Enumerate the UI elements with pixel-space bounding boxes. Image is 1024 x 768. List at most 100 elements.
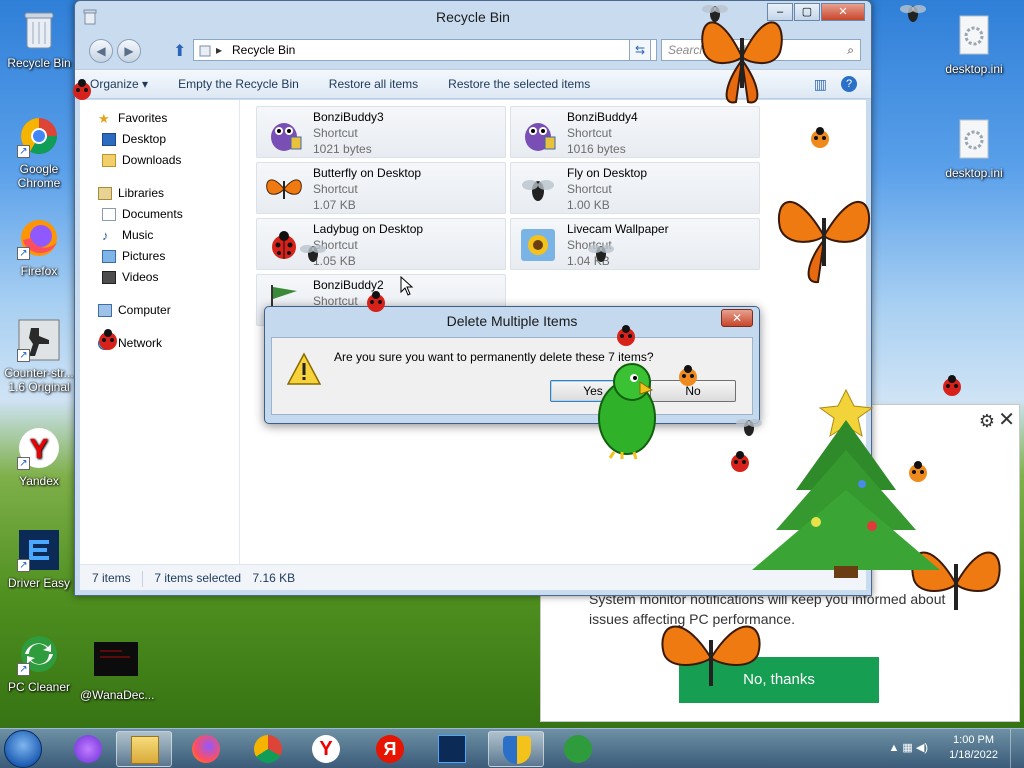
start-button[interactable] — [4, 730, 42, 768]
desktop-icon — [102, 133, 116, 146]
file-type: Shortcut — [313, 126, 358, 140]
yandex-icon: Y ↗ — [17, 426, 61, 470]
desktop-icon-desktop-ini-2[interactable]: desktop.ini — [938, 118, 1010, 180]
back-button[interactable]: ◀ — [89, 39, 113, 63]
desktop-icon-firefox[interactable]: ↗ Firefox — [3, 216, 75, 278]
ladybug-icon — [367, 291, 385, 312]
desktop-icon-label: Counter-str... 1.6 Original — [4, 366, 74, 394]
shield-icon — [503, 736, 531, 764]
butterfly-icon — [777, 200, 871, 284]
taskbar-yandex[interactable]: Я — [362, 731, 418, 767]
videos-icon — [102, 271, 116, 284]
taskbar: Y Я ▲ ▦ ◀) 1:00 PM 1/18/2022 — [0, 728, 1024, 768]
file-tile[interactable]: Butterfly on Desktop Shortcut 1.07 KB — [256, 162, 506, 214]
ladybug-icon — [811, 127, 829, 148]
file-tile[interactable]: BonziBuddy3 Shortcut 1021 bytes — [256, 106, 506, 158]
restore-all-button[interactable]: Restore all items — [314, 70, 433, 98]
file-tile[interactable]: BonziBuddy4 Shortcut 1016 bytes — [510, 106, 760, 158]
ladybug-icon — [909, 461, 927, 482]
desktop-icon-label: @WanaDec... — [80, 688, 155, 702]
desktop-icon-pc-cleaner[interactable]: ↗ PC Cleaner — [3, 632, 75, 694]
mouse-cursor-icon — [400, 276, 414, 296]
gear-icon[interactable]: ⚙ — [979, 411, 995, 432]
fly-icon — [736, 419, 762, 436]
assistant-icon — [74, 735, 102, 763]
taskbar-explorer[interactable] — [116, 731, 172, 767]
selected-size: 7.16 KB — [252, 571, 296, 585]
search-icon: ⌕ — [847, 43, 854, 57]
show-hidden-icons-icon[interactable]: ▲ — [888, 742, 899, 754]
desktop-icon-google-chrome[interactable]: ↗ Google Chrome — [3, 114, 75, 190]
shortcut-arrow-icon: ↗ — [17, 349, 30, 362]
desktop-icon-desktop-ini-1[interactable]: desktop.ini — [938, 14, 1010, 76]
file-tile[interactable]: Livecam Wallpaper Shortcut 1.04 KB — [510, 218, 760, 270]
desktop-icon-recycle-bin[interactable]: Recycle Bin — [3, 8, 75, 70]
system-tray[interactable]: ▲ ▦ ◀) — [888, 741, 928, 754]
taskbar-yandex-browser[interactable]: Y — [298, 731, 354, 767]
taskbar-security[interactable] — [488, 731, 544, 767]
taskbar-assistant[interactable] — [60, 731, 116, 767]
fly-icon — [588, 245, 614, 262]
up-arrow-icon[interactable]: ⬆ — [173, 41, 186, 61]
maximize-button[interactable]: ▢ — [794, 3, 820, 21]
file-type: Shortcut — [567, 126, 612, 140]
close-button[interactable]: ✕ — [821, 3, 865, 21]
taskbar-chrome[interactable] — [240, 731, 296, 767]
clock[interactable]: 1:00 PM 1/18/2022 — [949, 733, 998, 763]
nav-computer[interactable]: Computer — [80, 300, 239, 321]
nav-pictures[interactable]: Pictures — [80, 246, 239, 267]
shortcut-arrow-icon: ↗ — [17, 145, 30, 158]
desktop-icon-label: Recycle Bin — [7, 56, 71, 70]
firefox-icon — [192, 735, 220, 763]
nav-desktop[interactable]: Desktop — [80, 129, 239, 150]
folder-icon — [131, 736, 159, 764]
desktop-icon-label: Driver Easy — [7, 576, 70, 590]
file-type: Shortcut — [313, 182, 358, 196]
forward-button[interactable]: ▶ — [117, 39, 141, 63]
nav-favorites[interactable]: ★ Favorites — [80, 108, 239, 129]
item-count: 7 items — [92, 571, 131, 585]
preview-pane-icon[interactable]: ▥ — [814, 76, 827, 93]
volume-icon[interactable]: ◀) — [916, 742, 928, 754]
nav-downloads[interactable]: Downloads — [80, 150, 239, 171]
close-icon[interactable]: ✕ — [998, 407, 1015, 432]
libraries-icon — [98, 187, 112, 200]
taskbar-driver-easy[interactable] — [424, 731, 480, 767]
nav-music[interactable]: ♪ Music — [80, 225, 239, 246]
dialog-close-button[interactable]: ✕ — [721, 309, 753, 327]
address-bar[interactable]: ▸ Recycle Bin ▾ — [193, 39, 657, 61]
nav-libraries[interactable]: Libraries — [80, 183, 239, 204]
file-tile[interactable]: Fly on Desktop Shortcut 1.00 KB — [510, 162, 760, 214]
restore-selected-button[interactable]: Restore the selected items — [433, 70, 605, 98]
driver-easy-icon: ↗ — [17, 528, 61, 572]
shortcut-arrow-icon: ↗ — [17, 559, 30, 572]
desktop-icon-label: desktop.ini — [945, 62, 1003, 76]
downloads-icon — [102, 154, 116, 167]
empty-recycle-bin-button[interactable]: Empty the Recycle Bin — [163, 70, 314, 98]
taskbar-pc-cleaner[interactable] — [550, 731, 606, 767]
desktop-icon-driver-easy[interactable]: ↗ Driver Easy — [3, 528, 75, 590]
network-icon[interactable]: ▦ — [902, 742, 912, 754]
recycle-bin-small-icon — [83, 9, 97, 28]
desktop-icon-label: Firefox — [20, 264, 58, 278]
documents-icon — [102, 208, 116, 221]
warning-icon — [286, 352, 322, 386]
nav-videos[interactable]: Videos — [80, 267, 239, 288]
sunflower-icon — [517, 225, 559, 265]
ladybug-icon — [617, 325, 635, 346]
parrot-icon — [598, 363, 656, 460]
pc-cleaner-icon: ↗ — [17, 632, 61, 676]
help-icon[interactable]: ? — [841, 76, 857, 92]
desktop-icon-yandex[interactable]: Y ↗ Yandex — [3, 426, 75, 488]
nav-documents[interactable]: Documents — [80, 204, 239, 225]
desktop-icon-wanadecryptor[interactable]: @WanaDec... — [80, 640, 155, 702]
desktop-icon-counter-strike[interactable]: ↗ Counter-str... 1.6 Original — [3, 318, 75, 394]
show-desktop-button[interactable] — [1010, 729, 1024, 768]
taskbar-firefox[interactable] — [178, 731, 234, 767]
shortcut-arrow-icon: ↗ — [17, 663, 30, 676]
file-tile[interactable]: Ladybug on Desktop Shortcut 1.05 KB — [256, 218, 506, 270]
file-name: BonziBuddy4 — [567, 110, 638, 124]
file-size: 1016 bytes — [567, 142, 626, 156]
refresh-button[interactable]: ⇆ — [629, 39, 651, 61]
clock-time: 1:00 PM — [953, 734, 995, 746]
